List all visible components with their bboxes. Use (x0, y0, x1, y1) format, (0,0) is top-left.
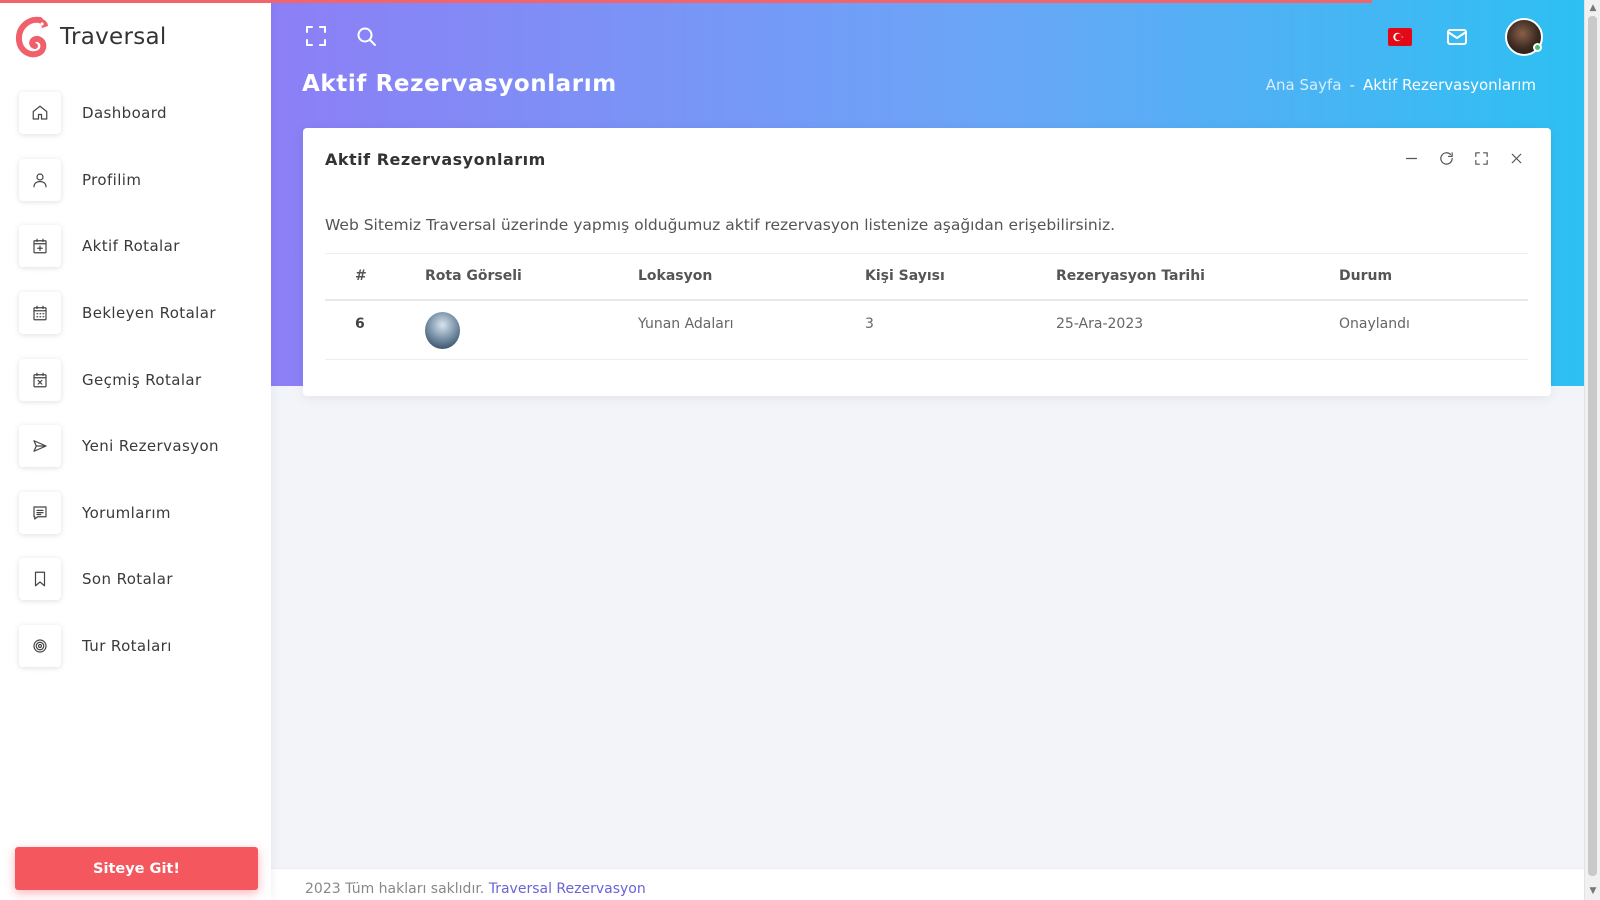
cell-location: Yunan Adaları (638, 299, 865, 360)
go-to-site-button[interactable]: Siteye Git! (15, 847, 258, 890)
target-icon (19, 625, 61, 668)
scrollbar-thumb[interactable] (1588, 16, 1597, 876)
copyright-text: 2023 Tüm hakları saklıdır. (305, 881, 485, 897)
page-title: Aktif Rezervasyonlarım (302, 71, 617, 97)
sidebar-item-label: Tur Rotaları (82, 637, 172, 656)
column-header-status: Durum (1339, 253, 1528, 301)
calendar-plus-icon (19, 225, 61, 268)
chameleon-logo-icon (15, 16, 48, 58)
sidebar-item-yeni-rezervasyon[interactable]: Yeni Rezervasyon (0, 413, 271, 480)
cell-route-image (425, 299, 638, 360)
reservations-card: Aktif Rezervasyonlarım Web Sitemiz Trave… (303, 128, 1551, 396)
sidebar-item-label: Geçmiş Rotalar (82, 370, 202, 389)
footer-link[interactable]: Traversal Rezervasyon (489, 881, 646, 897)
sidebar-item-gecmis-rotalar[interactable]: Geçmiş Rotalar (0, 346, 271, 413)
sidebar-item-label: Yorumlarım (82, 503, 171, 522)
reservations-table: # Rota Görseli Lokasyon Kişi Sayısı Reze… (325, 253, 1528, 360)
cell-people: 3 (865, 299, 1056, 360)
sidebar-item-label: Yeni Rezervasyon (82, 437, 219, 456)
sidebar-item-tur-rotalari[interactable]: Tur Rotaları (0, 613, 271, 680)
sidebar-item-yorumlarim[interactable]: Yorumlarım (0, 480, 271, 547)
minimize-icon[interactable] (1403, 150, 1420, 167)
page-load-progress-bar (0, 0, 1372, 3)
send-icon (19, 425, 61, 468)
calendar-icon (19, 292, 61, 335)
sidebar-item-label: Dashboard (82, 104, 167, 123)
breadcrumb-home-link[interactable]: Ana Sayfa (1266, 76, 1342, 94)
card-description: Web Sitemiz Traversal üzerinde yapmış ol… (325, 216, 1116, 234)
column-header-date: Rezeryasyon Tarihi (1056, 253, 1339, 301)
sidebar-item-label: Bekleyen Rotalar (82, 304, 216, 323)
message-icon (19, 491, 61, 534)
search-icon[interactable] (354, 24, 378, 48)
online-status-dot (1533, 43, 1542, 52)
turkey-flag-icon[interactable] (1388, 28, 1412, 46)
column-header-route-image: Rota Görseli (425, 253, 638, 301)
sidebar-item-bekleyen-rotalar[interactable]: Bekleyen Rotalar (0, 280, 271, 347)
bookmark-icon (19, 558, 61, 601)
column-header-location: Lokasyon (638, 253, 865, 301)
route-thumbnail-image (425, 311, 460, 349)
brand-name: Traversal (60, 24, 167, 50)
sidebar: Traversal Dashboard Profilim Aktif Rotal… (0, 0, 271, 900)
footer-text: 2023 Tüm hakları saklıdır. Traversal Rez… (305, 881, 646, 897)
cell-id: 6 (325, 299, 425, 360)
home-icon (19, 92, 61, 135)
card-title: Aktif Rezervasyonlarım (325, 150, 546, 169)
page-scrollbar[interactable]: ▲ ▼ (1584, 0, 1600, 900)
table-header-row: # Rota Görseli Lokasyon Kişi Sayısı Reze… (325, 253, 1528, 301)
card-tools (1403, 150, 1525, 167)
expand-icon[interactable] (1473, 150, 1490, 167)
column-header-people: Kişi Sayısı (865, 253, 1056, 301)
table-row: 6 Yunan Adaları 3 25-Ara-2023 Onaylandı (325, 299, 1528, 360)
breadcrumb: Ana Sayfa - Aktif Rezervasyonlarım (1266, 76, 1536, 94)
mail-icon[interactable] (1445, 25, 1469, 49)
scroll-down-icon[interactable]: ▼ (1588, 886, 1598, 896)
sidebar-item-profilim[interactable]: Profilim (0, 147, 271, 214)
close-icon[interactable] (1508, 150, 1525, 167)
sidebar-item-label: Aktif Rotalar (82, 237, 180, 256)
cell-date: 25-Ara-2023 (1056, 299, 1339, 360)
sidebar-item-label: Profilim (82, 170, 142, 189)
calendar-x-icon (19, 358, 61, 401)
sidebar-item-dashboard[interactable]: Dashboard (0, 80, 271, 147)
user-avatar[interactable] (1505, 18, 1543, 56)
sidebar-nav: Dashboard Profilim Aktif Rotalar Bekleye… (0, 80, 271, 679)
brand[interactable]: Traversal (14, 16, 167, 58)
fullscreen-icon[interactable] (304, 24, 328, 48)
column-header-id: # (325, 253, 425, 301)
refresh-icon[interactable] (1438, 150, 1455, 167)
cell-status: Onaylandı (1339, 299, 1528, 360)
breadcrumb-separator: - (1349, 76, 1355, 94)
scroll-up-icon[interactable]: ▲ (1588, 3, 1598, 13)
user-icon (19, 158, 61, 201)
sidebar-item-son-rotalar[interactable]: Son Rotalar (0, 546, 271, 613)
sidebar-item-aktif-rotalar[interactable]: Aktif Rotalar (0, 213, 271, 280)
sidebar-item-label: Son Rotalar (82, 570, 173, 589)
footer: 2023 Tüm hakları saklıdır. Traversal Rez… (271, 868, 1584, 900)
breadcrumb-current: Aktif Rezervasyonlarım (1362, 76, 1536, 94)
